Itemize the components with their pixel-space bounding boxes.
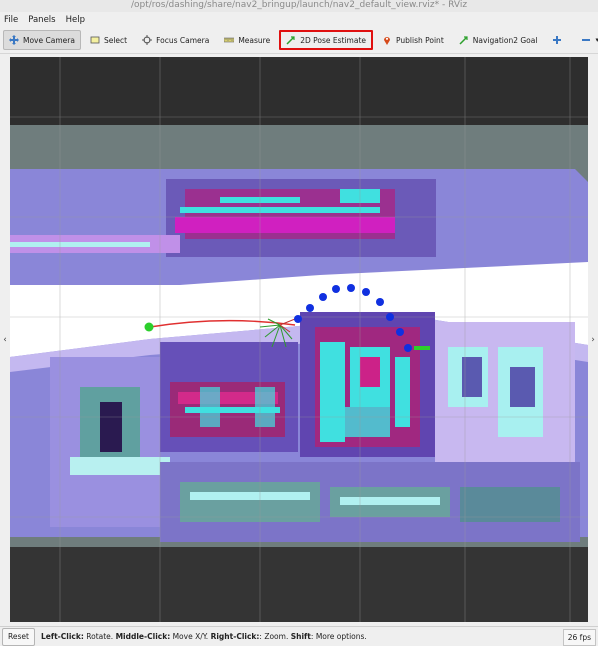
menu-help[interactable]: Help [66,15,85,25]
reset-button[interactable]: Reset [2,627,35,646]
left-panel-toggle[interactable]: ‹ [0,55,10,625]
focus-camera-icon [142,35,153,45]
pose-estimate-button[interactable]: 2D Pose Estimate [279,30,374,50]
pose-arrow-icon [286,35,296,45]
left-click-key: Left-Click: [40,632,84,641]
focus-camera-button[interactable]: Focus Camera [136,30,215,50]
goal-marker [414,346,430,350]
menu-bar: File Panels Help [0,12,598,27]
publish-point-label: Publish Point [396,35,444,45]
status-bar: Reset Left-Click: Rotate. Middle-Click: … [0,626,598,646]
minus-icon [581,35,591,45]
ruler-icon [224,35,235,45]
add-tool-button[interactable] [546,30,572,50]
map-pin-icon [382,35,392,45]
publish-point-button[interactable]: Publish Point [376,30,450,50]
costmap-render [10,57,588,622]
middle-click-val: Move X/Y. [170,632,211,641]
measure-button[interactable]: Measure [218,30,276,50]
mouse-hint-text: Left-Click: Rotate. Middle-Click: Move X… [41,632,367,641]
goal-arrow-icon [459,35,469,45]
shift-key: Shift [290,632,311,641]
render-viewport[interactable] [10,57,588,622]
measure-label: Measure [238,35,271,45]
select-label: Select [103,35,128,45]
menu-panels[interactable]: Panels [28,15,55,25]
remove-tool-button[interactable]: ▾ [575,30,598,50]
move-camera-icon [9,35,19,45]
path-start-marker [144,322,154,332]
right-panel-toggle[interactable]: › [588,55,598,625]
focus-camera-label: Focus Camera [156,35,210,45]
middle-click-key: Middle-Click: [115,632,171,641]
select-icon [90,35,100,45]
window-title: /opt/ros/dashing/share/nav2_bringup/laun… [0,0,598,12]
move-camera-button[interactable]: Move Camera [3,30,81,50]
right-click-val: : Zoom. [259,632,291,641]
plus-icon [552,35,562,45]
shift-val: : More options. [310,632,367,641]
fps-counter: 26 fps [562,629,596,646]
move-camera-label: Move Camera [23,35,75,45]
nav-goal-label: Navigation2 Goal [472,35,538,45]
tool-toolbar: Move Camera Select Focus Camera Measure … [0,27,598,54]
pose-estimate-label: 2D Pose Estimate [300,35,367,45]
chevron-right-icon: › [591,335,595,345]
nav-goal-button[interactable]: Navigation2 Goal [453,30,544,50]
chevron-left-icon: ‹ [3,335,7,345]
menu-file[interactable]: File [4,15,18,25]
select-button[interactable]: Select [84,30,133,50]
left-click-val: Rotate. [83,632,116,641]
right-click-key: Right-Click: [210,632,260,641]
